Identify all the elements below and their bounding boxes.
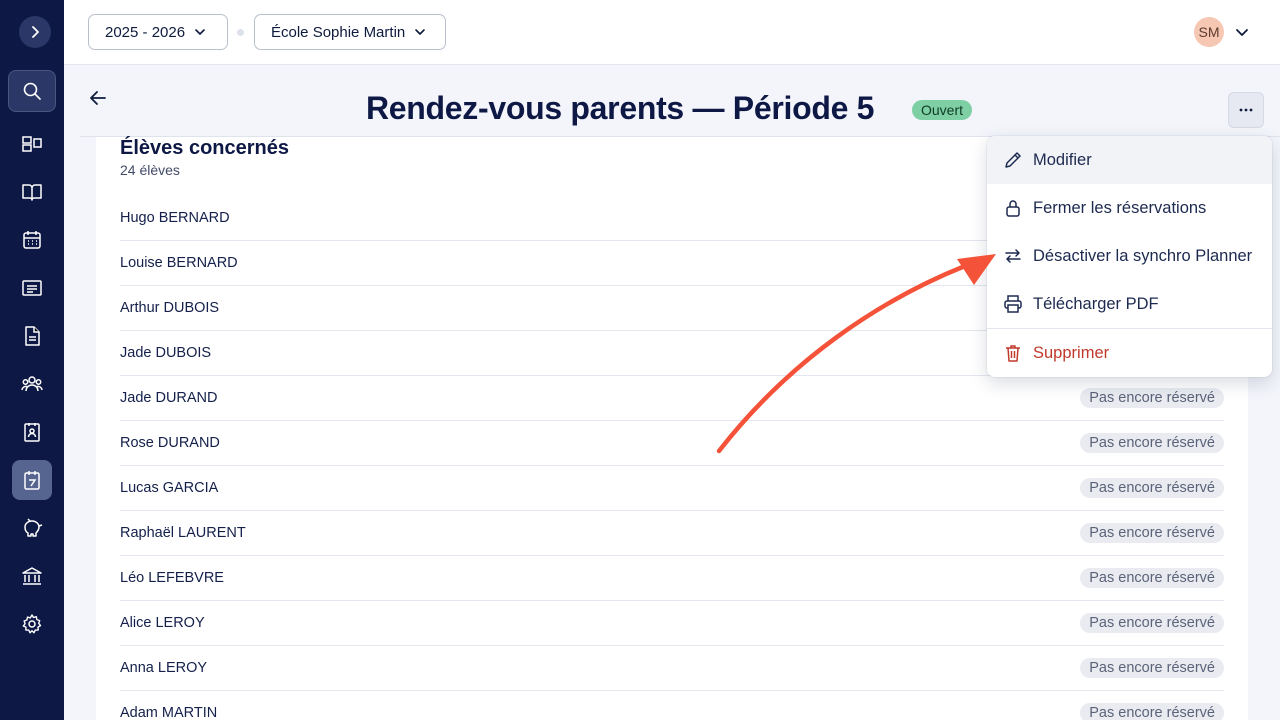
separator-dot (237, 29, 244, 36)
student-name: Arthur DUBOIS (120, 300, 220, 316)
status-badge: Ouvert (912, 100, 973, 120)
back-button[interactable] (84, 84, 112, 112)
trash-icon (1006, 345, 1020, 362)
card-title: Élèves concernés (120, 137, 289, 159)
student-name: Léo LEFEBVRE (120, 570, 224, 586)
menu-item-download-pdf[interactable]: Télécharger PDF (987, 280, 1272, 328)
sidebar-item-book[interactable] (12, 172, 52, 212)
school-select[interactable]: École Sophie Martin (254, 14, 446, 50)
more-options-button[interactable] (1228, 92, 1264, 128)
menu-item-label: Désactiver la synchro Planner (1033, 246, 1253, 265)
contacts-icon (24, 423, 40, 442)
school-value: École Sophie Martin (271, 23, 406, 41)
sidebar-item-users[interactable] (12, 364, 52, 404)
more-horizontal-icon (1239, 108, 1253, 112)
booking-status-badge: Pas encore réservé (1080, 388, 1224, 408)
student-count: 24 élèves (120, 162, 180, 178)
arrow-left-icon (90, 91, 106, 105)
sidebar-item-document[interactable] (12, 316, 52, 356)
menu-item-close-bookings[interactable]: Fermer les réservations (987, 184, 1272, 232)
sidebar-item-dashboard[interactable] (12, 124, 52, 164)
sidebar-item-contacts[interactable] (12, 412, 52, 452)
piggy-bank-icon (24, 518, 43, 537)
avatar[interactable]: SM (1194, 17, 1224, 47)
book-icon (22, 184, 42, 201)
student-name: Hugo BERNARD (120, 210, 230, 226)
school-year-value: 2025 - 2026 (105, 23, 186, 41)
chevron-down-icon (415, 29, 426, 35)
sidebar-item-meetings[interactable] (12, 460, 52, 500)
sidebar-item-bank[interactable] (12, 556, 52, 596)
student-name: Jade DURAND (120, 390, 218, 406)
menu-item-label: Télécharger PDF (1033, 294, 1159, 313)
page-title: Rendez-vous parents — Période 5 (366, 90, 875, 126)
student-name: Anna LEROY (120, 660, 208, 676)
student-name: Raphaël LAURENT (120, 525, 246, 541)
table-row[interactable]: Lucas GARCIA Pas encore réservé (120, 466, 1224, 511)
pencil-icon (1005, 152, 1021, 168)
table-row[interactable]: Alice LEROY Pas encore réservé (120, 601, 1224, 646)
table-row[interactable]: Léo LEFEBVRE Pas encore réservé (120, 556, 1224, 601)
booking-status-badge: Pas encore réservé (1080, 613, 1224, 633)
search-button[interactable] (8, 70, 56, 112)
document-icon (25, 326, 40, 346)
bank-icon (22, 567, 42, 585)
chevron-down-icon (195, 29, 205, 35)
menu-item-label: Supprimer (1033, 343, 1110, 362)
notepad-icon (24, 471, 40, 490)
sidebar-item-calendar[interactable] (12, 220, 52, 260)
menu-item-delete[interactable]: Supprimer (987, 329, 1272, 377)
sidebar-item-finance[interactable] (12, 508, 52, 548)
search-icon (23, 82, 41, 100)
menu-item-label: Modifier (1033, 150, 1092, 169)
table-row[interactable]: Adam MARTIN Pas encore réservé (120, 691, 1224, 720)
presentation-icon (22, 280, 42, 296)
student-name: Louise BERNARD (120, 255, 238, 271)
table-row[interactable]: Raphaël LAURENT Pas encore réservé (120, 511, 1224, 556)
settings-icon (22, 614, 42, 634)
table-row[interactable]: Rose DURAND Pas encore réservé (120, 421, 1224, 466)
booking-status-badge: Pas encore réservé (1080, 568, 1224, 588)
student-name: Jade DUBOIS (120, 345, 212, 361)
calendar-icon (23, 231, 41, 249)
sidebar (0, 0, 64, 720)
student-name: Alice LEROY (120, 615, 205, 631)
sidebar-item-presentation[interactable] (12, 268, 52, 308)
booking-status-badge: Pas encore réservé (1080, 523, 1224, 543)
lock-icon (1006, 200, 1020, 217)
student-name: Rose DURAND (120, 435, 220, 451)
student-name: Adam MARTIN (120, 705, 218, 720)
table-row[interactable]: Anna LEROY Pas encore réservé (120, 646, 1224, 691)
expand-sidebar-button[interactable] (19, 16, 51, 48)
menu-item-label: Fermer les réservations (1033, 198, 1207, 217)
booking-status-badge: Pas encore réservé (1080, 433, 1224, 453)
school-year-select[interactable]: 2025 - 2026 (88, 14, 228, 50)
chevron-right-icon (32, 26, 39, 38)
sync-arrows-icon (1005, 249, 1021, 263)
menu-item-disable-sync[interactable]: Désactiver la synchro Planner (987, 232, 1272, 280)
table-row[interactable]: Jade DURAND Pas encore réservé (120, 376, 1224, 421)
printer-icon (1004, 295, 1022, 313)
actions-menu: Modifier Fermer les réservations Désacti… (987, 136, 1272, 377)
sidebar-item-settings[interactable] (12, 604, 52, 644)
chevron-down-icon[interactable] (1234, 24, 1250, 40)
top-bar: 2025 - 2026 École Sophie Martin SM (64, 0, 1280, 65)
booking-status-badge: Pas encore réservé (1080, 658, 1224, 678)
booking-status-badge: Pas encore réservé (1080, 703, 1224, 720)
menu-item-edit[interactable]: Modifier (987, 136, 1272, 184)
dashboard-icon (22, 136, 42, 152)
users-icon (21, 376, 43, 392)
booking-status-badge: Pas encore réservé (1080, 478, 1224, 498)
student-name: Lucas GARCIA (120, 480, 219, 496)
